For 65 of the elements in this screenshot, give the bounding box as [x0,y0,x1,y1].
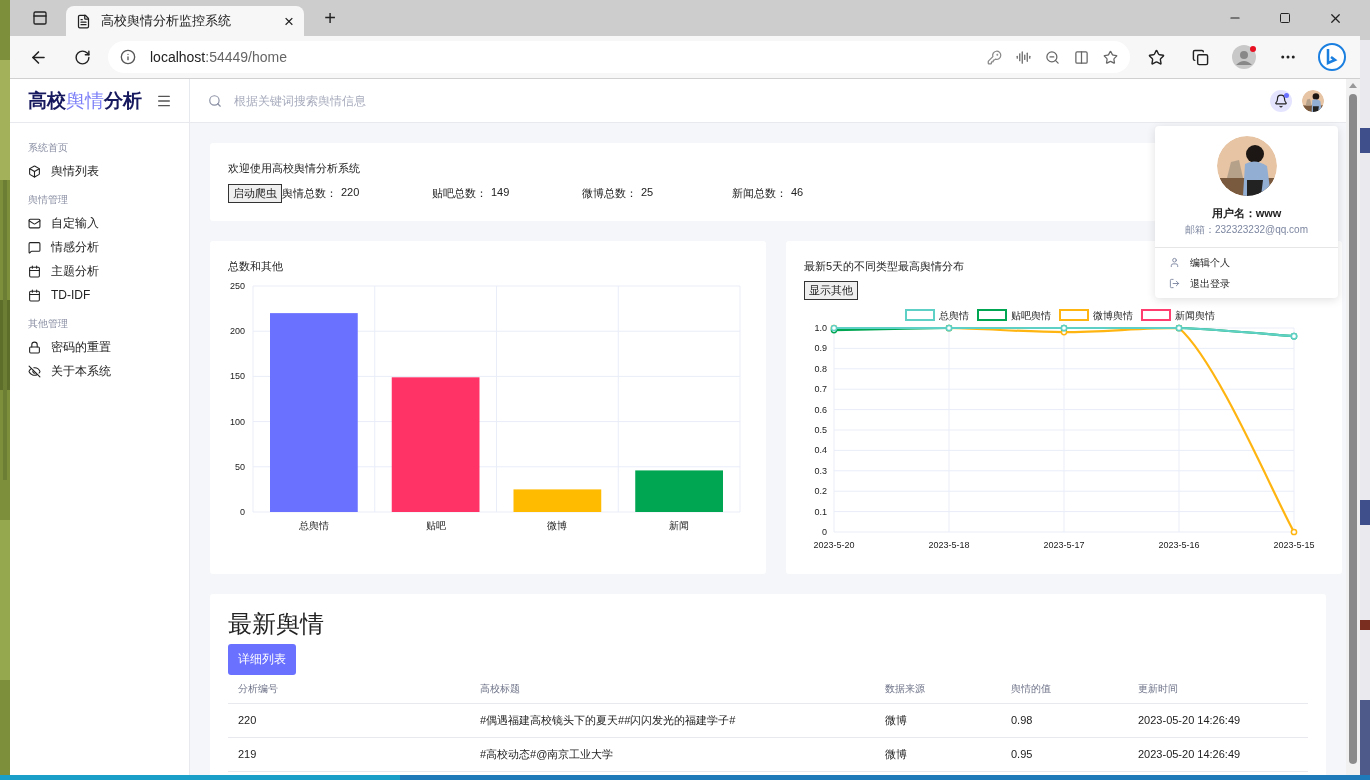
sidebar-section-title: 舆情管理 [28,193,69,207]
axis-category-label: 新闻 [669,520,690,531]
stat-value: 25 [641,186,654,200]
axis-category-label: 2023-5-15 [1273,540,1315,550]
axis-tick-label: 0.8 [814,363,827,374]
stat-value: 46 [791,186,804,200]
axis-tick-label: 200 [229,326,245,337]
sidebar-section-title: 系统首页 [28,141,69,155]
axis-tick-label: 1.0 [814,323,827,333]
stat-label: 新闻总数： [732,186,787,201]
tab-title: 高校舆情分析监控系统 [101,12,232,30]
table-cell: #高校动态#@南京工业大学 [470,738,875,772]
legend-label: 新闻舆情 [1175,310,1215,321]
column-header: 数据来源 [875,675,1001,704]
legend-label: 贴吧舆情 [1011,310,1051,321]
axis-tick-label: 0 [240,507,245,517]
table-cell: 微博 [875,738,1001,772]
axis-tick-label: 0.9 [814,343,827,354]
table-cell: #偶遇福建高校镜头下的夏天##闪闪发光的福建学子# [470,704,875,738]
stat-value: 149 [491,186,510,200]
column-header: 高校标题 [470,675,875,704]
section-title: 最新舆情 [228,610,325,638]
axis-tick-label: 0.6 [814,404,827,415]
axis-tick-label: 50 [235,461,245,472]
stat-label: 舆情总数： [282,186,337,201]
column-header: 舆情的值 [1001,675,1128,704]
email: 邮箱：232323232@qq.com [1185,223,1308,237]
chart-title: 总数和其他 [228,259,283,274]
legend-label: 微博舆情 [1093,310,1133,321]
axis-tick-label: 0.2 [814,486,827,497]
axis-category-label: 总舆情 [298,520,329,531]
table-cell: 219 [228,738,470,772]
table-cell: 220 [228,704,470,738]
stat-label: 贴吧总数： [432,186,487,201]
sidebar-section-title: 其他管理 [28,317,69,331]
username: 用户名：www [1211,206,1282,221]
axis-category-label: 贴吧 [425,520,446,531]
axis-tick-label: 250 [229,281,245,291]
axis-tick-label: 0.4 [814,445,827,456]
welcome-title: 欢迎使用高校舆情分析系统 [228,161,361,176]
axis-tick-label: 0 [822,527,827,537]
axis-tick-label: 0.1 [814,506,827,517]
table-cell: 0.98 [1001,704,1128,738]
table-cell: 2023-05-20 14:26:49 [1128,704,1308,738]
logo-text: 高校舆情分析 [28,88,142,113]
table-cell: 微博 [875,704,1001,738]
axis-category-label: 2023-5-18 [928,540,970,550]
column-header: 分析编号 [228,675,470,704]
stat-value: 220 [341,186,360,200]
axis-tick-label: 0.5 [814,425,827,435]
axis-tick-label: 100 [229,416,245,427]
stat-label: 微博总数： [582,186,637,201]
axis-tick-label: 0.7 [814,384,827,395]
legend-label: 总舆情 [939,310,969,321]
axis-category-label: 微博 [547,520,568,531]
axis-category-label: 2023-5-20 [813,540,855,550]
table-cell: 2023-05-20 14:26:49 [1128,738,1308,772]
chart-title: 最新5天的不同类型最高舆情分布 [804,259,965,274]
column-header: 更新时间 [1128,675,1308,704]
axis-category-label: 2023-5-17 [1043,540,1085,550]
axis-tick-label: 150 [229,371,245,382]
axis-tick-label: 0.3 [814,465,827,476]
url-text: localhost:54449/home [150,49,288,65]
table-cell: 0.95 [1001,738,1128,772]
axis-category-label: 2023-5-16 [1158,540,1200,550]
